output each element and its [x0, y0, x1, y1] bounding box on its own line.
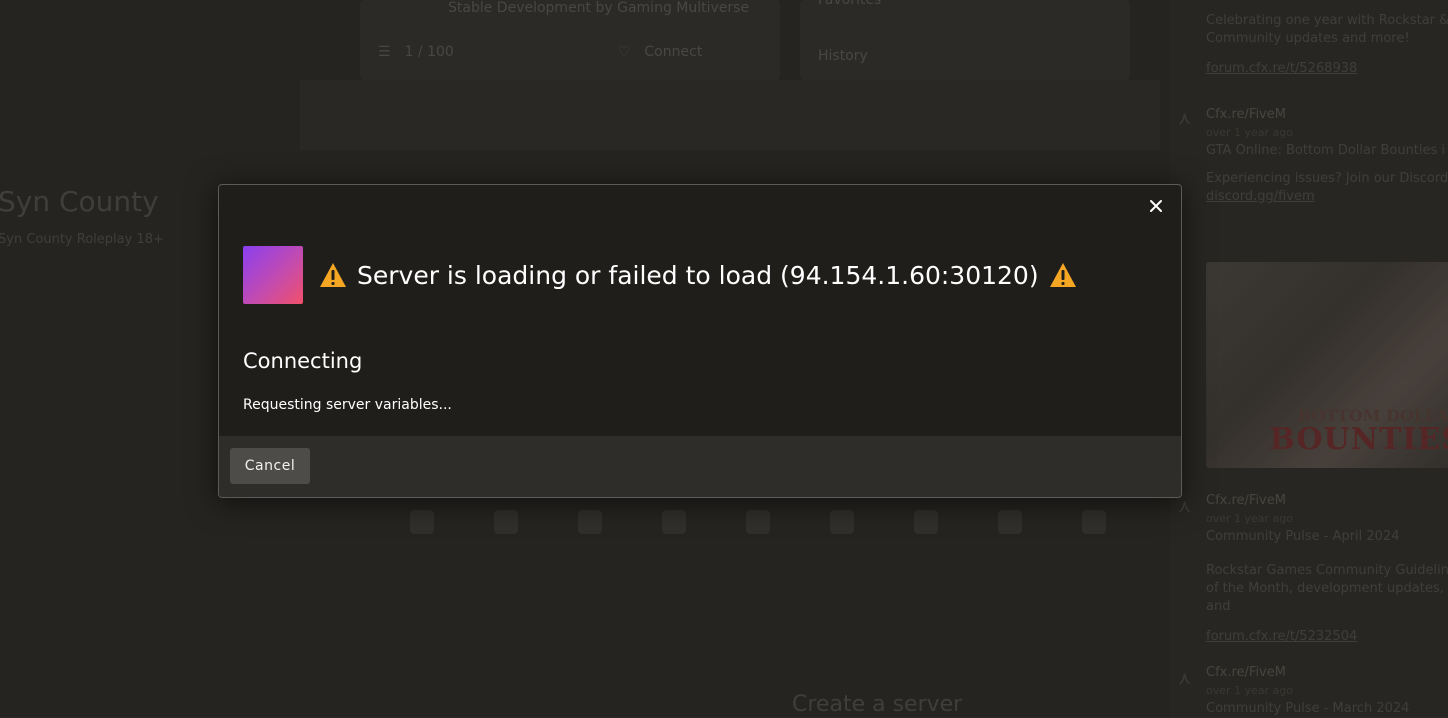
dialog-title: Server is loading or failed to load (94.…: [357, 260, 1039, 290]
cancel-button[interactable]: Cancel: [230, 448, 310, 484]
connection-detail: Requesting server variables...: [243, 397, 452, 413]
warning-icon: [320, 263, 346, 287]
connection-state: Connecting: [243, 349, 363, 373]
dialog-footer: Cancel: [219, 436, 1181, 497]
connecting-dialog: Server is loading or failed to load (94.…: [218, 184, 1182, 498]
dialog-header: Server is loading or failed to load (94.…: [243, 246, 1077, 304]
close-button[interactable]: [1145, 195, 1167, 217]
close-icon: [1150, 200, 1162, 212]
warning-icon: [1049, 263, 1076, 287]
server-icon: [243, 246, 303, 304]
